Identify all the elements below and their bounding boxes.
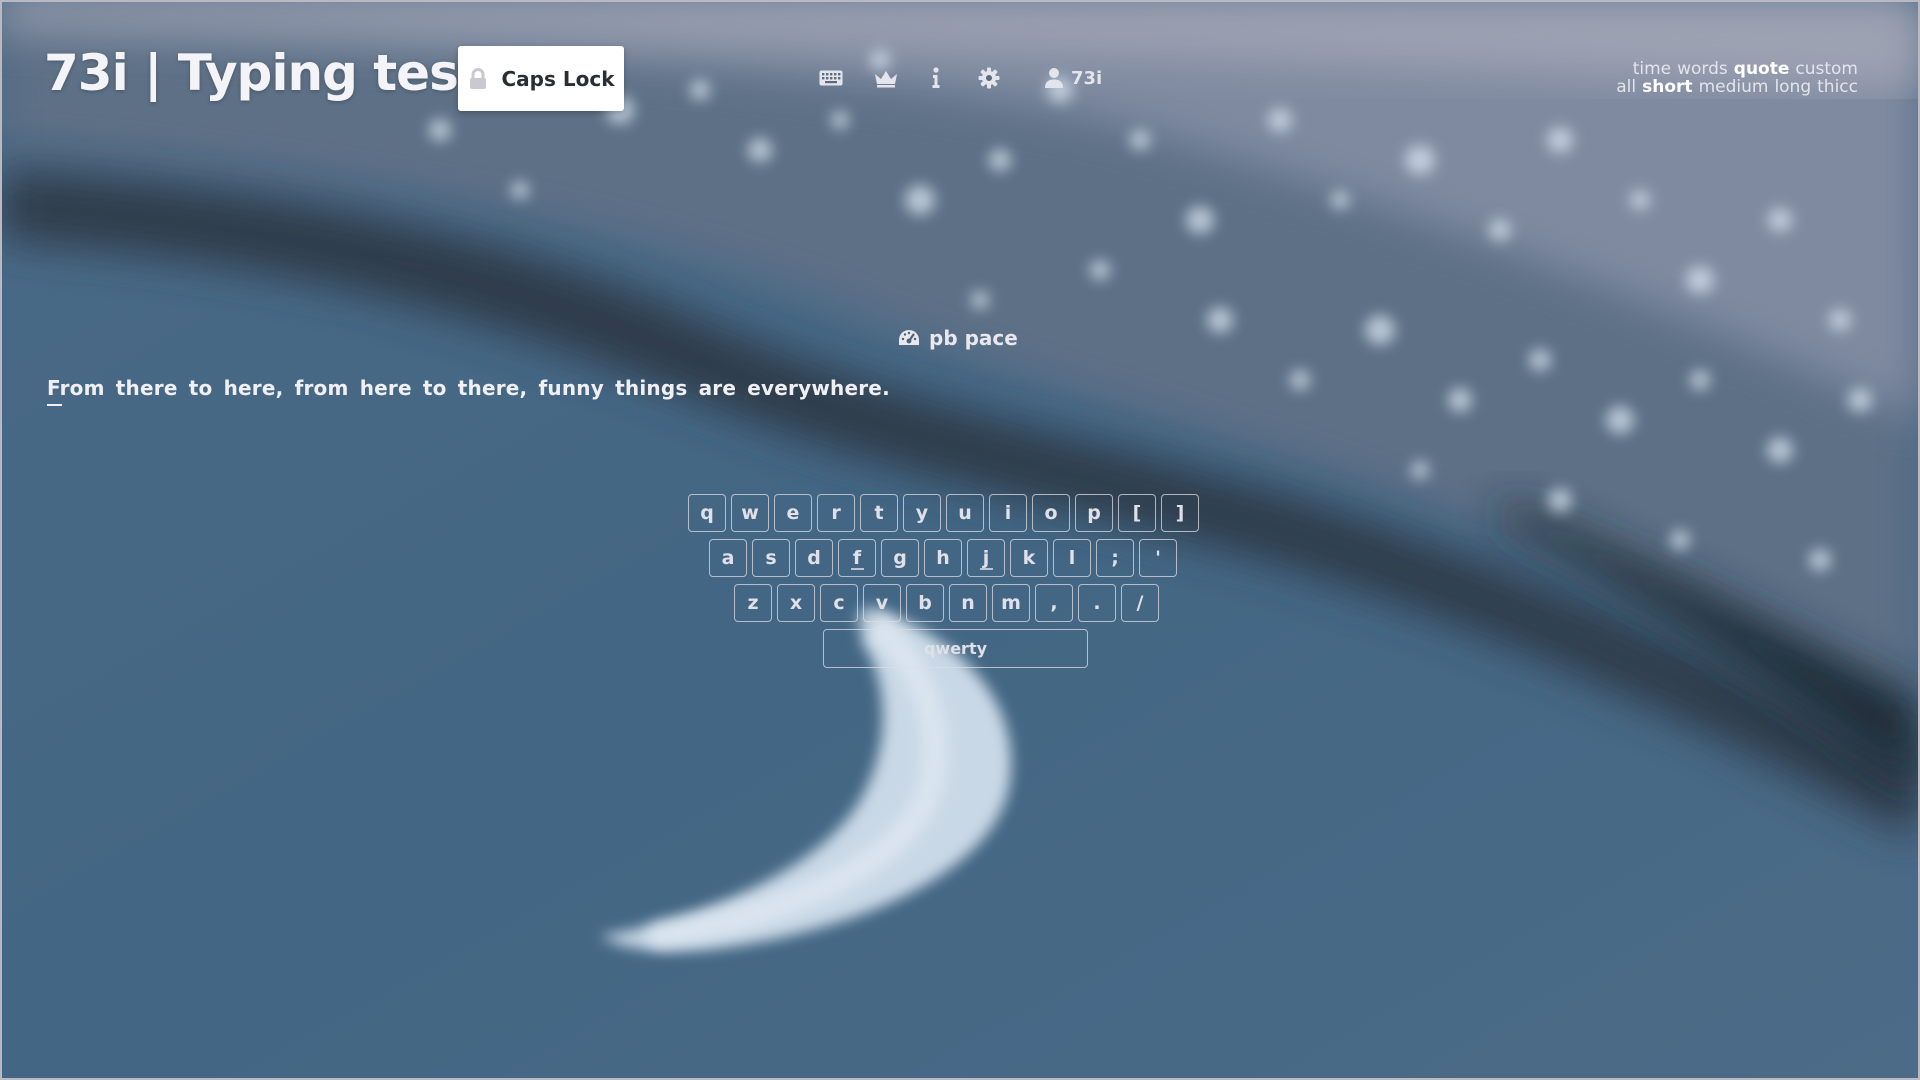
keyboard-row: q w e r t y u i o p[] — [688, 494, 1199, 532]
key[interactable]: v — [863, 584, 901, 622]
lock-icon — [469, 67, 486, 89]
key[interactable]: a — [709, 539, 747, 577]
keyboard-row: z x c v b n m,. / — [734, 584, 1159, 622]
key[interactable]: s — [752, 539, 790, 577]
key[interactable]: g — [881, 539, 919, 577]
caps-lock-indicator: Caps Lock — [458, 46, 624, 111]
mode-row: time words quote custom — [1616, 60, 1858, 78]
typing-caret — [47, 404, 62, 406]
key[interactable]: y — [903, 494, 941, 532]
info-icon — [932, 67, 940, 88]
nav-account[interactable]: 73i — [1044, 64, 1102, 92]
keyboard-icon — [819, 70, 843, 86]
key[interactable]: n — [949, 584, 987, 622]
key[interactable]: w — [731, 494, 769, 532]
keyboard-row: a s d f g h j k l; ' — [709, 539, 1177, 577]
mode-custom[interactable]: custom — [1795, 60, 1858, 78]
pb-pace-indicator: pb pace — [898, 326, 1018, 350]
test-words[interactable]: From there to here, from here to there, … — [47, 376, 890, 406]
nav-leaderboard[interactable] — [871, 64, 901, 92]
length-all[interactable]: all — [1616, 78, 1636, 96]
username-label: 73i — [1071, 67, 1103, 89]
key[interactable]: t — [860, 494, 898, 532]
key[interactable]: ; — [1096, 539, 1134, 577]
page-title: 73i | Typing test — [44, 44, 482, 102]
pace-label: pb pace — [929, 326, 1018, 350]
key[interactable]: f — [838, 539, 876, 577]
key[interactable]: j — [967, 539, 1005, 577]
key[interactable]: m — [992, 584, 1030, 622]
nav-keyboard[interactable] — [816, 64, 846, 92]
key[interactable]: u — [946, 494, 984, 532]
caps-lock-label: Caps Lock — [501, 66, 615, 91]
crown-icon — [875, 71, 897, 88]
key[interactable]: p — [1075, 494, 1113, 532]
length-thicc[interactable]: thicc — [1817, 78, 1858, 96]
key[interactable]: r — [817, 494, 855, 532]
key[interactable]: , — [1035, 584, 1073, 622]
key[interactable]: c — [820, 584, 858, 622]
key[interactable]: d — [795, 539, 833, 577]
key[interactable]: ' — [1139, 539, 1177, 577]
key[interactable]: i — [989, 494, 1027, 532]
key[interactable]: k — [1010, 539, 1048, 577]
key[interactable]: . — [1078, 584, 1116, 622]
key[interactable]: b — [906, 584, 944, 622]
length-medium[interactable]: medium — [1699, 78, 1769, 96]
nav-settings[interactable] — [976, 64, 1002, 92]
mode-quote[interactable]: quote — [1734, 60, 1790, 78]
nav-about[interactable] — [926, 64, 946, 92]
key[interactable]: x — [777, 584, 815, 622]
quote-text: From there to here, from here to there, … — [47, 376, 890, 400]
key[interactable]: q — [688, 494, 726, 532]
mode-time[interactable]: time — [1633, 60, 1671, 78]
key[interactable]: o — [1032, 494, 1070, 532]
key[interactable]: / — [1121, 584, 1159, 622]
top-nav: 73i — [816, 64, 1102, 92]
key[interactable]: ] — [1161, 494, 1199, 532]
gear-icon — [978, 67, 1000, 89]
user-icon — [1045, 68, 1063, 88]
key[interactable]: [ — [1118, 494, 1156, 532]
test-mode-selector: time words quote custom all short medium… — [1616, 60, 1858, 96]
key[interactable]: h — [924, 539, 962, 577]
speedometer-icon — [899, 330, 919, 345]
space-key-layout-label[interactable]: qwerty — [823, 629, 1088, 668]
length-short[interactable]: short — [1642, 78, 1692, 96]
mode-words[interactable]: words — [1677, 60, 1728, 78]
key[interactable]: z — [734, 584, 772, 622]
key[interactable]: e — [774, 494, 812, 532]
key[interactable]: l — [1053, 539, 1091, 577]
length-long[interactable]: long — [1774, 78, 1811, 96]
quote-length-row: all short medium long thicc — [1616, 78, 1858, 96]
